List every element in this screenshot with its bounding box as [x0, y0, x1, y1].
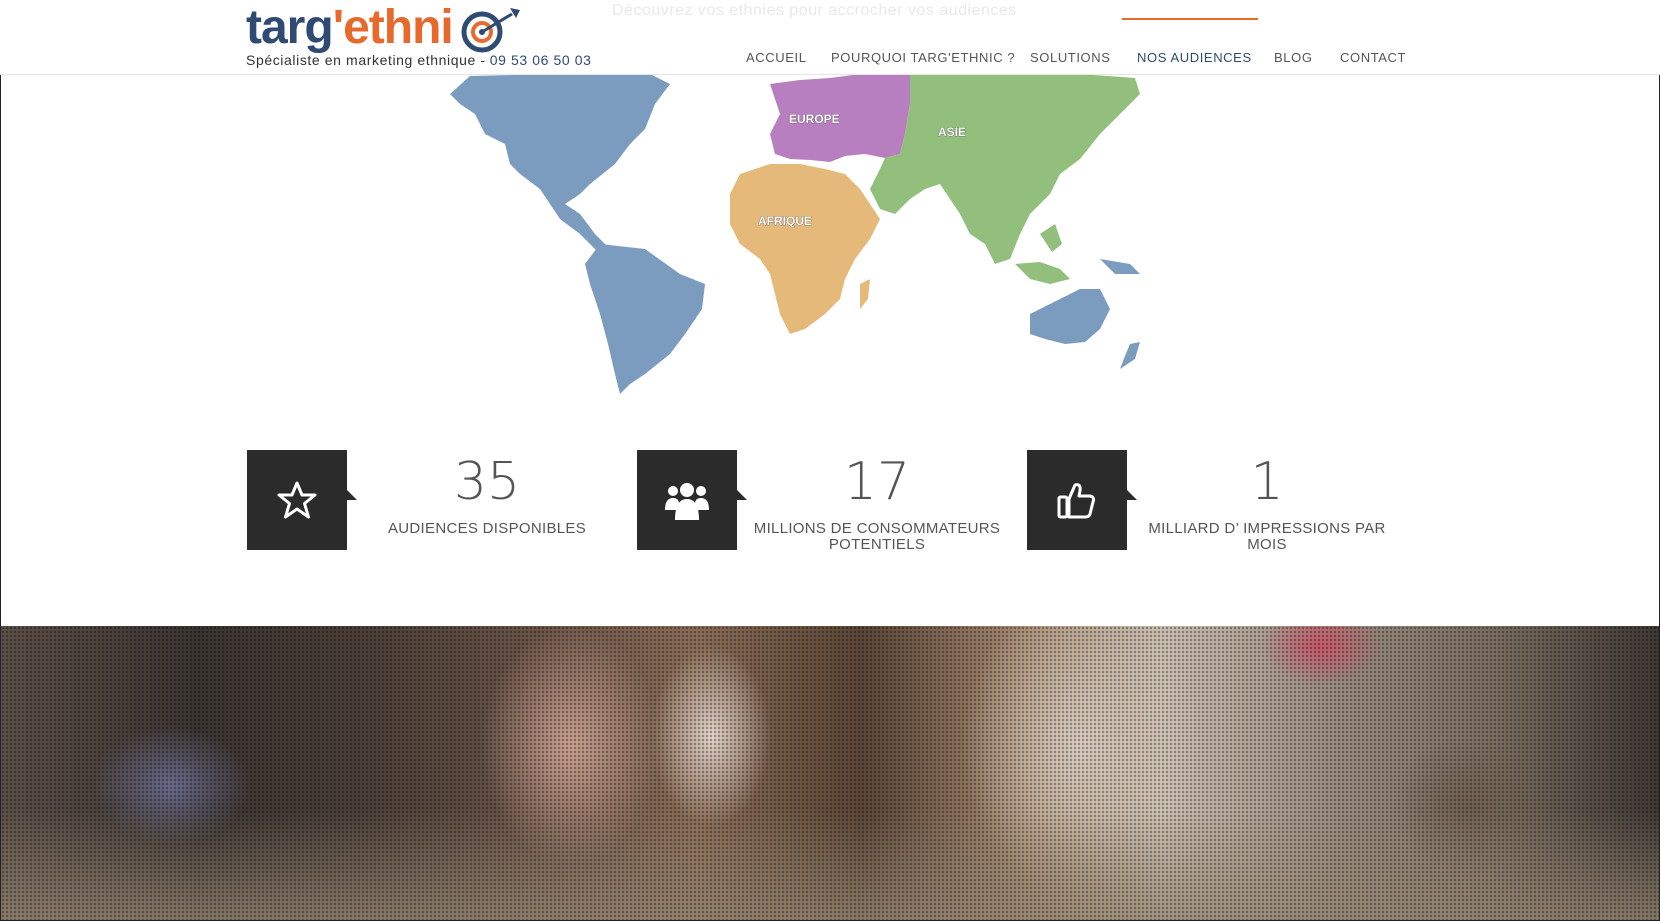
stat-icon-box	[1027, 450, 1137, 550]
stat-label: MILLIARD D’ IMPRESSIONS PAR MOIS	[1148, 520, 1386, 553]
map-region-new-zealand[interactable]	[1120, 342, 1140, 369]
map-region-north-america[interactable]	[450, 74, 670, 204]
star-icon	[277, 481, 317, 519]
site-header: Découvrez vos ethnies pour accrocher vos…	[0, 0, 1660, 75]
stat-impressions: 1 MILLIARD D’ IMPRESSIONS PAR MOIS	[1027, 450, 1407, 570]
nav-pourquoi[interactable]: POURQUOI TARG'ETHNIC ?	[831, 50, 1015, 65]
map-label-asie: ASIE	[938, 125, 966, 139]
stat-icon-box	[247, 450, 357, 550]
stat-audiences: 35 AUDIENCES DISPONIBLES	[247, 450, 627, 570]
stat-label: MILLIONS DE CONSOMMATEURS POTENTIELS	[753, 520, 1001, 553]
stat-label: AUDIENCES DISPONIBLES	[387, 520, 587, 537]
nav-accueil[interactable]: ACCUEIL	[746, 50, 807, 65]
users-icon	[665, 483, 709, 520]
map-region-australia[interactable]	[1030, 289, 1110, 344]
site-logo[interactable]: targ'ethni	[246, 2, 526, 54]
thumbs-up-icon	[1057, 483, 1096, 519]
map-region-madagascar[interactable]	[860, 279, 870, 309]
map-region-south-america[interactable]	[585, 244, 705, 394]
map-region-asia[interactable]	[870, 74, 1140, 264]
logo-text-ethnic: ethni	[343, 1, 454, 54]
background-photo-band	[1, 626, 1659, 920]
stat-consommateurs: 17 MILLIONS DE CONSOMMATEURS POTENTIELS	[637, 450, 1017, 570]
target-icon	[461, 8, 520, 53]
header-ghost-text: Découvrez vos ethnies pour accrocher vos…	[612, 2, 1017, 19]
nav-nos-audiences[interactable]: NOS AUDIENCES	[1137, 50, 1252, 65]
logo-text-targ: targ	[246, 1, 334, 54]
nav-solutions[interactable]: SOLUTIONS	[1030, 50, 1111, 65]
stat-icon-box	[637, 450, 747, 550]
logo-apostrophe: '	[332, 1, 344, 54]
main-nav: ACCUEIL POURQUOI TARG'ETHNIC ? SOLUTIONS…	[0, 50, 1660, 70]
nav-contact[interactable]: CONTACT	[1340, 50, 1406, 65]
map-region-papua[interactable]	[1100, 259, 1140, 274]
map-label-europe: EUROPE	[789, 112, 840, 126]
nav-blog[interactable]: BLOG	[1274, 50, 1313, 65]
map-label-afrique: AFRIQUE	[758, 214, 812, 228]
nav-active-indicator	[1122, 18, 1258, 20]
stat-number: 35	[453, 452, 521, 512]
map-region-asia-islands[interactable]	[1015, 224, 1070, 284]
stat-number: 17	[843, 452, 911, 512]
map-region-africa[interactable]	[730, 164, 880, 334]
world-map: EUROPE ASIE AFRIQUE	[440, 74, 1220, 414]
stat-number: 1	[1250, 452, 1284, 512]
